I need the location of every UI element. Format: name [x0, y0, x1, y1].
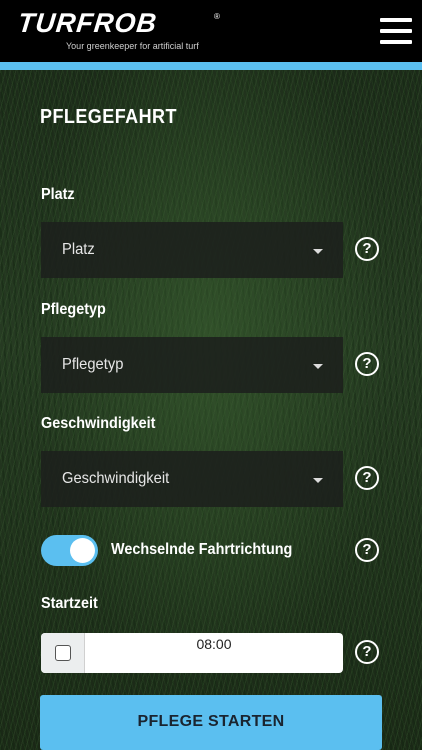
startzeit-help-icon[interactable]: ? [355, 640, 379, 664]
caret-down-icon [313, 478, 323, 483]
start-care-button-label: PFLEGE STARTEN [137, 713, 285, 730]
direction-toggle-label: Wechselnde Fahrtrichtung [111, 541, 293, 558]
app-header: TURFROB ® Your greenkeeper for artificia… [0, 0, 422, 62]
start-care-button[interactable]: PFLEGE STARTEN [40, 695, 382, 750]
startzeit-field: 08:00 [41, 633, 343, 673]
geschwindigkeit-label: Geschwindigkeit [41, 415, 156, 432]
header-accent-bar [0, 62, 422, 70]
geschwindigkeit-select-value: Geschwindigkeit [62, 470, 170, 487]
startzeit-label: Startzeit [41, 595, 98, 612]
direction-toggle[interactable] [41, 535, 98, 566]
startzeit-time-input[interactable]: 08:00 [85, 633, 343, 673]
geschwindigkeit-select[interactable]: Geschwindigkeit [41, 451, 343, 507]
geschwindigkeit-help-icon[interactable]: ? [355, 466, 379, 490]
brand-name: TURFROB [16, 8, 159, 38]
toggle-knob [70, 538, 95, 563]
startzeit-checkbox[interactable] [55, 645, 71, 661]
brand-tagline: Your greenkeeper for artificial turf [66, 41, 199, 51]
platz-select[interactable]: Platz [41, 222, 343, 278]
platz-select-value: Platz [62, 241, 95, 258]
caret-down-icon [313, 249, 323, 254]
pflegetyp-help-icon[interactable]: ? [355, 352, 379, 376]
platz-label: Platz [41, 186, 75, 203]
hamburger-menu-icon[interactable] [380, 18, 412, 44]
pflegetyp-select[interactable]: Pflegetyp [41, 337, 343, 393]
direction-help-icon[interactable]: ? [355, 538, 379, 562]
pflegetyp-select-value: Pflegetyp [62, 356, 124, 373]
turfrob-logo: TURFROB ® Your greenkeeper for artificia… [16, 8, 228, 54]
page-title: PFLEGEFAHRT [40, 106, 177, 128]
pflegetyp-label: Pflegetyp [41, 301, 106, 318]
platz-help-icon[interactable]: ? [355, 237, 379, 261]
registered-mark: ® [214, 12, 220, 21]
startzeit-checkbox-wrap [41, 633, 85, 673]
caret-down-icon [313, 364, 323, 369]
